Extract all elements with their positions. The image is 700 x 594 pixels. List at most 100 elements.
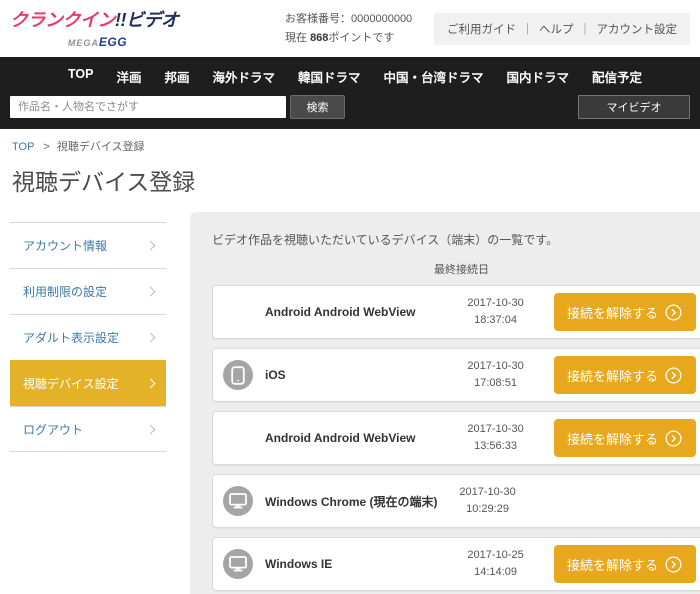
chevron-right-icon — [146, 379, 156, 389]
device-last-connected: 2017-10-30 18:37:04 — [446, 295, 546, 329]
customer-info: お客様番号：0000000000 現在 868ポイントです — [285, 10, 412, 46]
arrow-circle-icon — [665, 304, 682, 321]
device-row: Windows IE 2017-10-25 14:14:09 接続を解除する — [212, 537, 700, 591]
logo-wordmark: クランクイン!!ビデオ — [10, 6, 185, 32]
search-button[interactable]: 検索 — [290, 95, 345, 119]
device-time: 14:14:09 — [446, 564, 546, 581]
sidebar-item-label: アカウント情報 — [23, 237, 107, 254]
site-header: クランクイン!!ビデオ MEGAEGG お客様番号：0000000000 現在 … — [0, 0, 700, 57]
logo-text-mega: MEGA — [68, 38, 99, 48]
breadcrumb-home[interactable]: TOP — [12, 141, 34, 153]
search-input[interactable] — [10, 96, 286, 118]
device-row: Android Android WebView 2017-10-30 18:37… — [212, 285, 700, 339]
panel-description: ビデオ作品を視聴いただいているデバイス（端末）の一覧です。 — [212, 231, 700, 248]
breadcrumb-separator: > — [43, 141, 49, 153]
disconnect-button[interactable]: 接続を解除する — [554, 545, 696, 583]
arrow-circle-icon — [665, 430, 682, 447]
device-time: 10:29:29 — [438, 501, 538, 518]
disconnect-button-label: 接続を解除する — [567, 366, 658, 385]
device-icon-placeholder — [223, 297, 253, 327]
utility-links: ご利用ガイド | ヘルプ | アカウント設定 — [434, 13, 690, 45]
customer-number: お客様番号：0000000000 — [285, 10, 412, 28]
device-icon-placeholder — [223, 423, 253, 453]
utility-separator: | — [526, 23, 529, 35]
device-name: Android Android WebView — [265, 305, 446, 319]
device-last-connected: 2017-10-25 14:14:09 — [446, 547, 546, 581]
breadcrumb-current: 視聴デバイス登録 — [57, 141, 145, 153]
sidebar-item-label: 利用制限の設定 — [23, 283, 107, 300]
nav-item-upcoming[interactable]: 配信予定 — [592, 67, 642, 86]
breadcrumb: TOP > 視聴デバイス登録 — [0, 129, 700, 154]
device-date: 2017-10-30 — [438, 484, 538, 501]
sidebar-item-label: 視聴デバイス設定 — [23, 375, 119, 392]
page-title: 視聴デバイス登録 — [12, 163, 688, 197]
nav-item-overseas-drama[interactable]: 海外ドラマ — [212, 67, 275, 86]
device-date: 2017-10-30 — [446, 421, 546, 438]
logo-text-video: ビデオ — [126, 10, 179, 30]
megaegg-logo: MEGAEGG — [10, 33, 185, 51]
device-row: Windows Chrome (現在の端末) 2017-10-30 10:29:… — [212, 474, 700, 528]
device-name: Android Android WebView — [265, 431, 446, 445]
help-link[interactable]: ヘルプ — [539, 21, 574, 37]
nav-item-china-taiwan-drama[interactable]: 中国・台湾ドラマ — [383, 67, 483, 86]
device-time: 18:37:04 — [446, 312, 546, 329]
sidebar-item-adult-display[interactable]: アダルト表示設定 — [10, 314, 166, 360]
content-layout: アカウント情報 利用制限の設定 アダルト表示設定 視聴デバイス設定 ログアウト … — [0, 212, 700, 594]
device-last-connected: 2017-10-30 17:08:51 — [446, 358, 546, 392]
monitor-icon — [223, 549, 253, 579]
disconnect-button[interactable]: 接続を解除する — [554, 419, 696, 457]
device-time: 17:08:51 — [446, 375, 546, 392]
chevron-right-icon — [146, 333, 156, 343]
device-date: 2017-10-25 — [446, 547, 546, 564]
my-video-button[interactable]: マイビデオ — [578, 95, 690, 119]
logo-text-egg: EGG — [99, 35, 127, 49]
logo-text-bang: !! — [115, 10, 126, 30]
disconnect-button-placeholder — [546, 482, 696, 520]
site-logo[interactable]: クランクイン!!ビデオ MEGAEGG — [10, 6, 185, 51]
arrow-circle-icon — [665, 556, 682, 573]
disconnect-button-label: 接続を解除する — [567, 555, 658, 574]
disconnect-button[interactable]: 接続を解除する — [554, 356, 696, 394]
disconnect-button-label: 接続を解除する — [567, 429, 658, 448]
device-list-panel: ビデオ作品を視聴いただいているデバイス（端末）の一覧です。 最終接続日 Andr… — [190, 212, 700, 594]
sidebar-item-label: アダルト表示設定 — [23, 329, 119, 346]
nav-item-korean-drama[interactable]: 韓国ドラマ — [298, 67, 361, 86]
chevron-right-icon — [146, 241, 156, 251]
sidebar-item-label: ログアウト — [23, 421, 83, 438]
account-sidebar: アカウント情報 利用制限の設定 アダルト表示設定 視聴デバイス設定 ログアウト — [10, 222, 166, 452]
nav-item-western-movies[interactable]: 洋画 — [116, 67, 141, 86]
nav-item-top[interactable]: TOP — [68, 67, 93, 86]
device-date: 2017-10-30 — [446, 295, 546, 312]
usage-guide-link[interactable]: ご利用ガイド — [447, 21, 516, 37]
monitor-icon — [223, 486, 253, 516]
account-settings-link[interactable]: アカウント設定 — [597, 21, 678, 37]
chevron-right-icon — [146, 424, 156, 434]
device-row: iOS 2017-10-30 17:08:51 接続を解除する — [212, 348, 700, 402]
points-suffix: ポイントです — [328, 32, 394, 44]
last-connected-column-header: 最終接続日 — [212, 261, 700, 277]
device-name: iOS — [265, 368, 446, 382]
main-nav: TOP 洋画 邦画 海外ドラマ 韓国ドラマ 中国・台湾ドラマ 国内ドラマ 配信予… — [0, 57, 700, 129]
arrow-circle-icon — [665, 367, 682, 384]
sidebar-item-logout[interactable]: ログアウト — [10, 406, 166, 452]
disconnect-button-label: 接続を解除する — [567, 303, 658, 322]
sidebar-item-account-info[interactable]: アカウント情報 — [10, 222, 166, 268]
disconnect-button[interactable]: 接続を解除する — [554, 293, 696, 331]
device-name: Windows Chrome (現在の端末) — [265, 493, 438, 510]
device-date: 2017-10-30 — [446, 358, 546, 375]
nav-item-domestic-drama[interactable]: 国内ドラマ — [506, 67, 569, 86]
nav-item-japanese-movies[interactable]: 邦画 — [164, 67, 189, 86]
device-last-connected: 2017-10-30 13:56:33 — [446, 421, 546, 455]
smartphone-icon — [223, 360, 253, 390]
utility-separator: | — [584, 23, 587, 35]
points-line: 現在 868ポイントです — [285, 29, 412, 47]
logo-text-crankin: クランクイン — [10, 10, 115, 30]
points-prefix: 現在 — [285, 32, 310, 44]
points-value: 868 — [310, 32, 328, 44]
device-time: 13:56:33 — [446, 438, 546, 455]
device-name: Windows IE — [265, 557, 446, 571]
sidebar-item-device-settings[interactable]: 視聴デバイス設定 — [10, 360, 166, 406]
search-bar: 検索 マイビデオ — [10, 95, 690, 119]
sidebar-item-usage-limit[interactable]: 利用制限の設定 — [10, 268, 166, 314]
device-row: Android Android WebView 2017-10-30 13:56… — [212, 411, 700, 465]
